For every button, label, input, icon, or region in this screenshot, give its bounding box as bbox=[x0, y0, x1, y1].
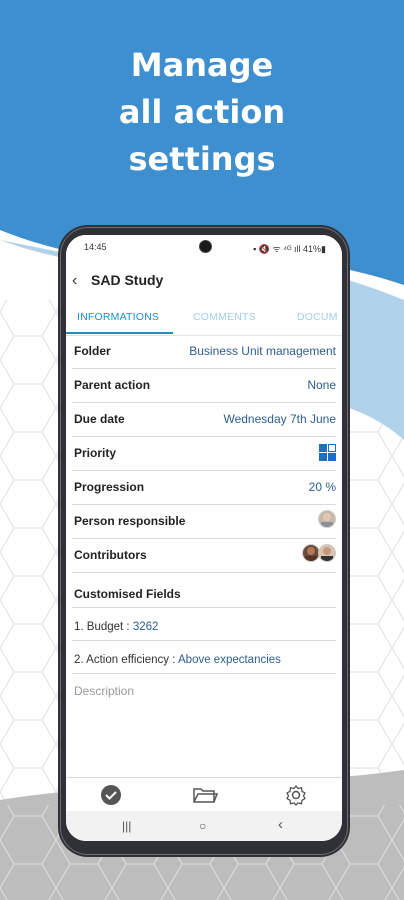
divider bbox=[72, 673, 336, 674]
row-parent-action[interactable]: Parent action None bbox=[72, 369, 336, 403]
row-label: Folder bbox=[74, 344, 111, 358]
status-time: 14:45 bbox=[84, 242, 107, 252]
description-field[interactable]: Description bbox=[74, 684, 134, 698]
headline-line-2: all action bbox=[118, 93, 286, 131]
row-contributors[interactable]: Contributors bbox=[72, 539, 336, 573]
gear-icon[interactable] bbox=[284, 784, 308, 806]
recents-button[interactable]: ||| bbox=[122, 819, 131, 833]
status-icons: ▪ 🔇 ᯤ ⁴ᴳ ıll 41%▮ bbox=[253, 244, 326, 254]
check-circle-icon[interactable] bbox=[99, 784, 123, 806]
avatar bbox=[318, 544, 336, 562]
tab-bar: INFORMATIONS COMMENTS DOCUM bbox=[66, 303, 342, 336]
headline-line-3: settings bbox=[128, 140, 276, 178]
avatar bbox=[318, 510, 336, 528]
bottom-nav bbox=[66, 777, 342, 812]
row-progression[interactable]: Progression 20 % bbox=[72, 471, 336, 505]
field-label: 2. Action efficiency : bbox=[74, 654, 178, 666]
row-priority[interactable]: Priority bbox=[72, 437, 336, 471]
divider bbox=[72, 607, 336, 608]
row-value: Business Unit management bbox=[189, 344, 336, 358]
field-value: Above expectancies bbox=[178, 654, 281, 666]
folder-icon[interactable] bbox=[192, 784, 219, 806]
tab-documents[interactable]: DOCUM bbox=[297, 311, 338, 323]
priority-grid-icon bbox=[319, 444, 336, 461]
phone-frame: 14:45 ▪ 🔇 ᯤ ⁴ᴳ ıll 41%▮ ‹ SAD Study INFO… bbox=[58, 225, 350, 857]
app-bar: ‹ SAD Study bbox=[66, 259, 342, 303]
row-value: Wednesday 7th June bbox=[223, 412, 336, 426]
page-title: SAD Study bbox=[91, 272, 164, 288]
row-label: Parent action bbox=[74, 378, 151, 392]
row-value: 20 % bbox=[308, 480, 336, 494]
headline-line-1: Manage bbox=[130, 46, 274, 84]
custom-field-action-efficiency[interactable]: 2. Action efficiency : Above expectancie… bbox=[74, 654, 281, 666]
promo-headline: Manage all action settings bbox=[0, 42, 404, 183]
custom-field-budget[interactable]: 1. Budget : 3262 bbox=[74, 621, 158, 633]
field-value: 3262 bbox=[132, 621, 159, 633]
row-label: Progression bbox=[74, 480, 145, 494]
row-label: Person responsible bbox=[74, 514, 186, 528]
field-label: 1. Budget : bbox=[74, 621, 133, 633]
tab-comments[interactable]: COMMENTS bbox=[193, 311, 256, 323]
divider bbox=[72, 640, 336, 641]
phone-screen: 14:45 ▪ 🔇 ᯤ ⁴ᴳ ıll 41%▮ ‹ SAD Study INFO… bbox=[66, 235, 342, 841]
back-arrow-icon[interactable]: ‹ bbox=[72, 272, 77, 290]
status-bar: 14:45 ▪ 🔇 ᯤ ⁴ᴳ ıll 41%▮ bbox=[66, 235, 342, 259]
system-back-button[interactable]: ‹ bbox=[278, 816, 283, 833]
row-value: None bbox=[307, 378, 336, 392]
row-label: Contributors bbox=[74, 548, 147, 562]
row-due-date[interactable]: Due date Wednesday 7th June bbox=[72, 403, 336, 437]
tab-informations[interactable]: INFORMATIONS bbox=[77, 311, 159, 323]
active-tab-indicator bbox=[66, 332, 173, 334]
row-folder[interactable]: Folder Business Unit management bbox=[72, 335, 336, 369]
home-button[interactable]: ○ bbox=[199, 819, 206, 833]
row-person-responsible[interactable]: Person responsible bbox=[72, 505, 336, 539]
camera-icon bbox=[199, 240, 212, 253]
row-label: Due date bbox=[74, 412, 125, 426]
row-label: Priority bbox=[74, 446, 117, 460]
custom-fields-title: Customised Fields bbox=[74, 587, 181, 601]
system-navigation-bar: ||| ○ ‹ bbox=[66, 811, 342, 841]
